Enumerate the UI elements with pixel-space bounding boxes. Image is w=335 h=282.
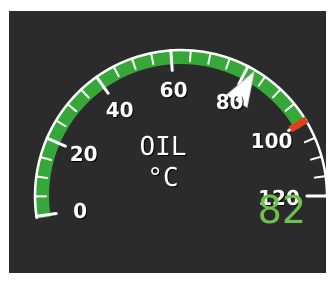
oil-temperature-gauge: 0 20 40 60 80 100 120 OIL °C 82 xyxy=(9,11,326,273)
minor-tick xyxy=(313,175,326,179)
tick-label-60: 60 xyxy=(159,78,188,103)
tick-label-0: 0 xyxy=(73,198,87,223)
gauge-title: OIL xyxy=(139,132,187,162)
tick-label-100: 100 xyxy=(250,128,293,153)
major-tick xyxy=(169,48,174,72)
minor-tick xyxy=(309,155,323,161)
minor-tick xyxy=(189,49,192,63)
gauge-unit: °C xyxy=(147,163,179,193)
tick-label-80: 80 xyxy=(215,89,244,114)
tick-label-20: 20 xyxy=(69,142,98,166)
tick-label-40: 40 xyxy=(105,97,134,122)
value-readout: 82 xyxy=(257,188,306,232)
minor-tick xyxy=(303,136,316,144)
